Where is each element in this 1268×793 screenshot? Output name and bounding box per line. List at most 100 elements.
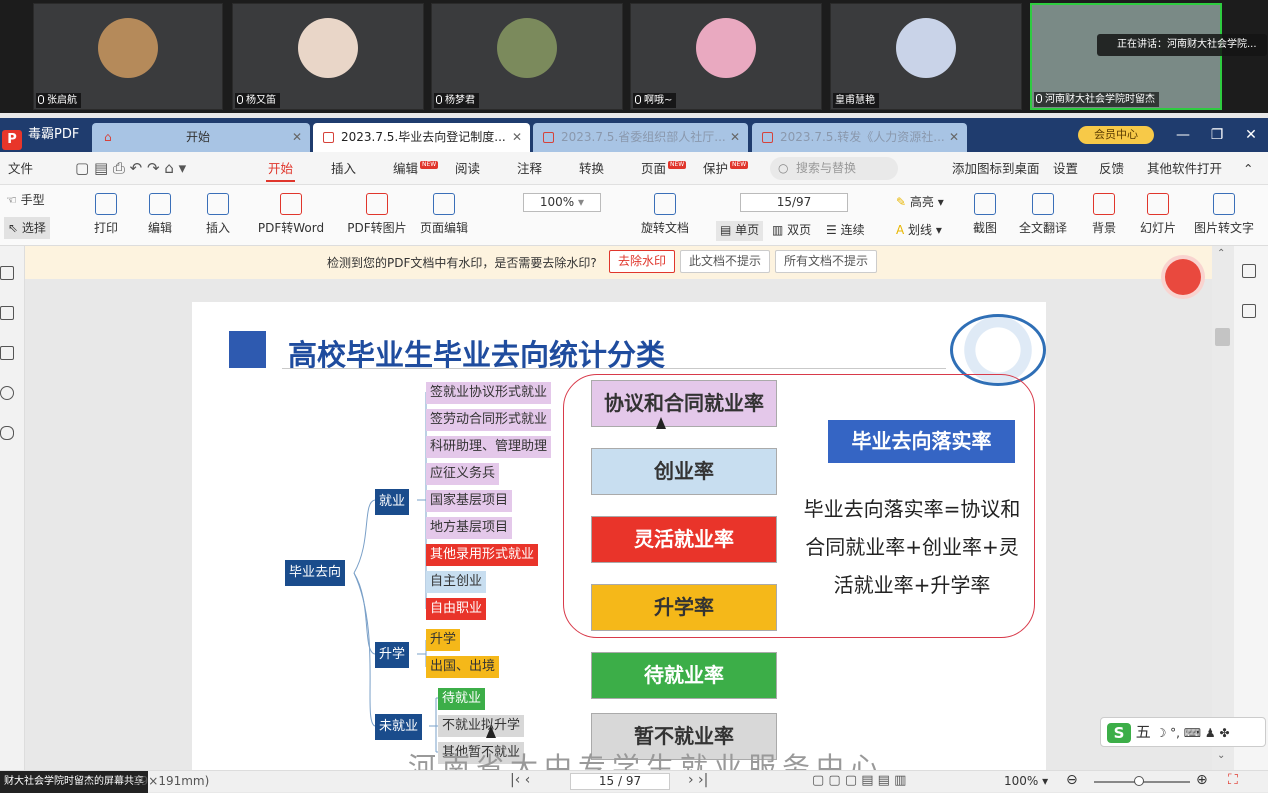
pdf-icon bbox=[543, 132, 554, 143]
search-icon[interactable] bbox=[0, 386, 14, 400]
right-sidebar bbox=[1234, 246, 1268, 780]
menu-protect[interactable]: 保护 NEW bbox=[703, 152, 749, 185]
tree-branch-study: 升学 bbox=[375, 642, 410, 668]
background-button[interactable]: 背景 bbox=[1086, 185, 1122, 246]
vertical-scrollbar[interactable]: ⌃ ⌄ bbox=[1212, 246, 1234, 780]
close-window-icon[interactable]: ✕ bbox=[1236, 118, 1266, 152]
participant-name: 啊哦~ bbox=[633, 93, 677, 108]
chevron-up-icon[interactable]: ⌃ bbox=[1243, 152, 1253, 185]
participant-tile[interactable]: 啊哦~ bbox=[630, 3, 822, 110]
scroll-thumb[interactable] bbox=[1215, 328, 1230, 346]
settings-sliders-icon[interactable] bbox=[1242, 264, 1256, 278]
image-to-text-button[interactable]: 图片转文字 bbox=[1194, 185, 1254, 246]
last-page-icon[interactable]: › ›| bbox=[688, 772, 708, 788]
print-button[interactable]: 打印 bbox=[88, 185, 124, 246]
pdf-to-word-button[interactable]: PDF转Word bbox=[252, 185, 330, 246]
participant-tile[interactable]: 皇甫慧艳 bbox=[830, 3, 1022, 110]
slideshow-button[interactable]: 幻灯片 bbox=[1140, 185, 1176, 246]
close-icon[interactable]: ✕ bbox=[292, 123, 302, 152]
menu-page[interactable]: 页面 NEW bbox=[641, 152, 687, 185]
tab-home[interactable]: ⌂ 开始 ✕ bbox=[92, 123, 310, 152]
insert-icon bbox=[207, 193, 229, 215]
chat-icon[interactable] bbox=[1242, 304, 1256, 318]
status-zoom-out-icon[interactable]: ⊖ bbox=[1066, 772, 1078, 788]
screenshot-icon bbox=[974, 193, 996, 215]
tree-branch-employed: 就业 bbox=[375, 489, 410, 515]
tree-leaf: 不就业拟升学 bbox=[438, 715, 525, 737]
tree-leaf: 应征义务兵 bbox=[426, 463, 500, 485]
settings-link[interactable]: 设置 bbox=[1053, 152, 1078, 185]
participant-tile[interactable]: 杨梦君 bbox=[431, 3, 623, 110]
mic-icon bbox=[1036, 94, 1042, 103]
input-method-bar[interactable]: S 五 ☽ °, ⌨ ♟ ✤ bbox=[1100, 717, 1266, 747]
skip-all-button[interactable]: 所有文档不提示 bbox=[775, 250, 878, 273]
screenshot-button[interactable]: 截图 bbox=[970, 185, 1000, 246]
meeting-video-strip: 张启航 杨又笛 杨梦君 啊哦~ 皇甫慧艳 河南财大社会学院时留杰 正在讲话：河南… bbox=[0, 0, 1268, 113]
menu-insert[interactable]: 插入 bbox=[331, 152, 356, 185]
menu-file[interactable]: 文件 bbox=[8, 152, 33, 185]
rate-heading: 毕业去向落实率 bbox=[828, 420, 1015, 463]
page-edit-button[interactable]: 页面编辑 bbox=[418, 185, 470, 246]
translate-button[interactable]: 全文翻译 bbox=[1018, 185, 1068, 246]
view-mode-icons[interactable]: ▢ ▢ ▢ ▤ ▤ ▥ bbox=[812, 773, 906, 788]
status-zoom[interactable]: 100% ▾ bbox=[1004, 774, 1048, 788]
participant-name: 河南财大社会学院时留杰 bbox=[1034, 92, 1159, 107]
vip-center-button[interactable]: 会员中心 bbox=[1078, 126, 1154, 144]
highlighter-icon: ✎ bbox=[896, 195, 910, 209]
tab-document[interactable]: 2023.7.5.转发《人力资源社... ✕ bbox=[752, 123, 967, 152]
add-desktop-icon-link[interactable]: 添加图标到桌面 bbox=[952, 152, 1040, 185]
restore-icon[interactable]: ❐ bbox=[1202, 118, 1232, 152]
search-input[interactable]: ○ 搜索与替换 bbox=[770, 157, 898, 180]
edit-button[interactable]: 编辑 bbox=[142, 185, 178, 246]
page-number-input[interactable]: 15/97 bbox=[740, 193, 848, 212]
rotate-document-button[interactable]: 旋转文档 bbox=[638, 185, 692, 246]
skip-doc-button[interactable]: 此文档不提示 bbox=[680, 250, 771, 273]
highlight-button[interactable]: ✎ 高亮 ▾ bbox=[896, 193, 944, 213]
thumbnails-icon[interactable] bbox=[0, 306, 14, 320]
pdf-to-image-button[interactable]: PDF转图片 bbox=[342, 185, 412, 246]
feedback-link[interactable]: 反馈 bbox=[1099, 152, 1124, 185]
hand-tool[interactable]: ☜ 手型 bbox=[6, 191, 45, 211]
search-icon: ○ bbox=[778, 161, 789, 175]
zoom-slider-handle[interactable] bbox=[1134, 776, 1144, 786]
comments-icon[interactable] bbox=[0, 346, 14, 360]
menu-convert[interactable]: 转换 bbox=[579, 152, 604, 185]
close-icon[interactable]: ✕ bbox=[730, 123, 740, 152]
menu-annotate[interactable]: 注释 bbox=[517, 152, 542, 185]
grid-icon bbox=[433, 193, 455, 215]
scroll-up-icon[interactable]: ⌃ bbox=[1217, 248, 1225, 259]
tab-document[interactable]: 2023.7.5.省委组织部人社厅... ✕ bbox=[533, 123, 748, 152]
participant-tile[interactable]: 张启航 bbox=[33, 3, 223, 110]
menu-read[interactable]: 阅读 bbox=[455, 152, 480, 185]
open-other-software-link[interactable]: 其他软件打开 bbox=[1147, 152, 1222, 185]
remove-watermark-button[interactable]: 去除水印 bbox=[609, 250, 676, 273]
menu-start[interactable]: 开始 bbox=[265, 152, 296, 185]
close-icon[interactable]: ✕ bbox=[949, 123, 959, 152]
view-double-page[interactable]: ▥ 双页 bbox=[772, 221, 811, 241]
status-page-input[interactable]: 15 / 97 bbox=[570, 773, 670, 790]
scroll-down-icon[interactable]: ⌄ bbox=[1217, 750, 1225, 761]
status-zoom-in-icon[interactable]: ⊕ bbox=[1196, 772, 1208, 788]
fullscreen-icon[interactable]: ⛶ bbox=[1228, 772, 1238, 788]
underline-button[interactable]: A 划线 ▾ bbox=[896, 221, 942, 241]
bookmark-icon[interactable] bbox=[0, 266, 14, 280]
zoom-select[interactable]: 100% ▾ bbox=[523, 193, 601, 212]
avatar bbox=[696, 18, 756, 78]
edit-icon bbox=[149, 193, 171, 215]
attachment-icon[interactable] bbox=[0, 426, 14, 440]
view-single-page[interactable]: ▤ 单页 bbox=[716, 221, 764, 241]
select-tool[interactable]: ⇖ 选择 bbox=[4, 217, 50, 239]
menu-edit[interactable]: 编辑 NEW bbox=[393, 152, 439, 185]
first-page-icon[interactable]: |‹ ‹ bbox=[510, 772, 530, 788]
tab-document-active[interactable]: 2023.7.5.毕业去向登记制度... ✕ bbox=[313, 123, 530, 152]
view-continuous[interactable]: ☰ 连续 bbox=[826, 221, 865, 241]
minimize-icon[interactable]: — bbox=[1168, 118, 1198, 152]
floating-tool-button[interactable] bbox=[1165, 259, 1201, 295]
quick-access-icons[interactable]: ▢ ▤ ⎙ ↶ ↷ ⌂ ▾ bbox=[75, 152, 186, 185]
participant-tile-active[interactable]: 河南财大社会学院时留杰 bbox=[1030, 3, 1222, 110]
insert-button[interactable]: 插入 bbox=[198, 185, 238, 246]
tree-leaf: 国家基层项目 bbox=[426, 490, 513, 512]
close-icon[interactable]: ✕ bbox=[512, 123, 522, 152]
participant-name: 杨又笛 bbox=[235, 93, 280, 108]
participant-tile[interactable]: 杨又笛 bbox=[232, 3, 424, 110]
